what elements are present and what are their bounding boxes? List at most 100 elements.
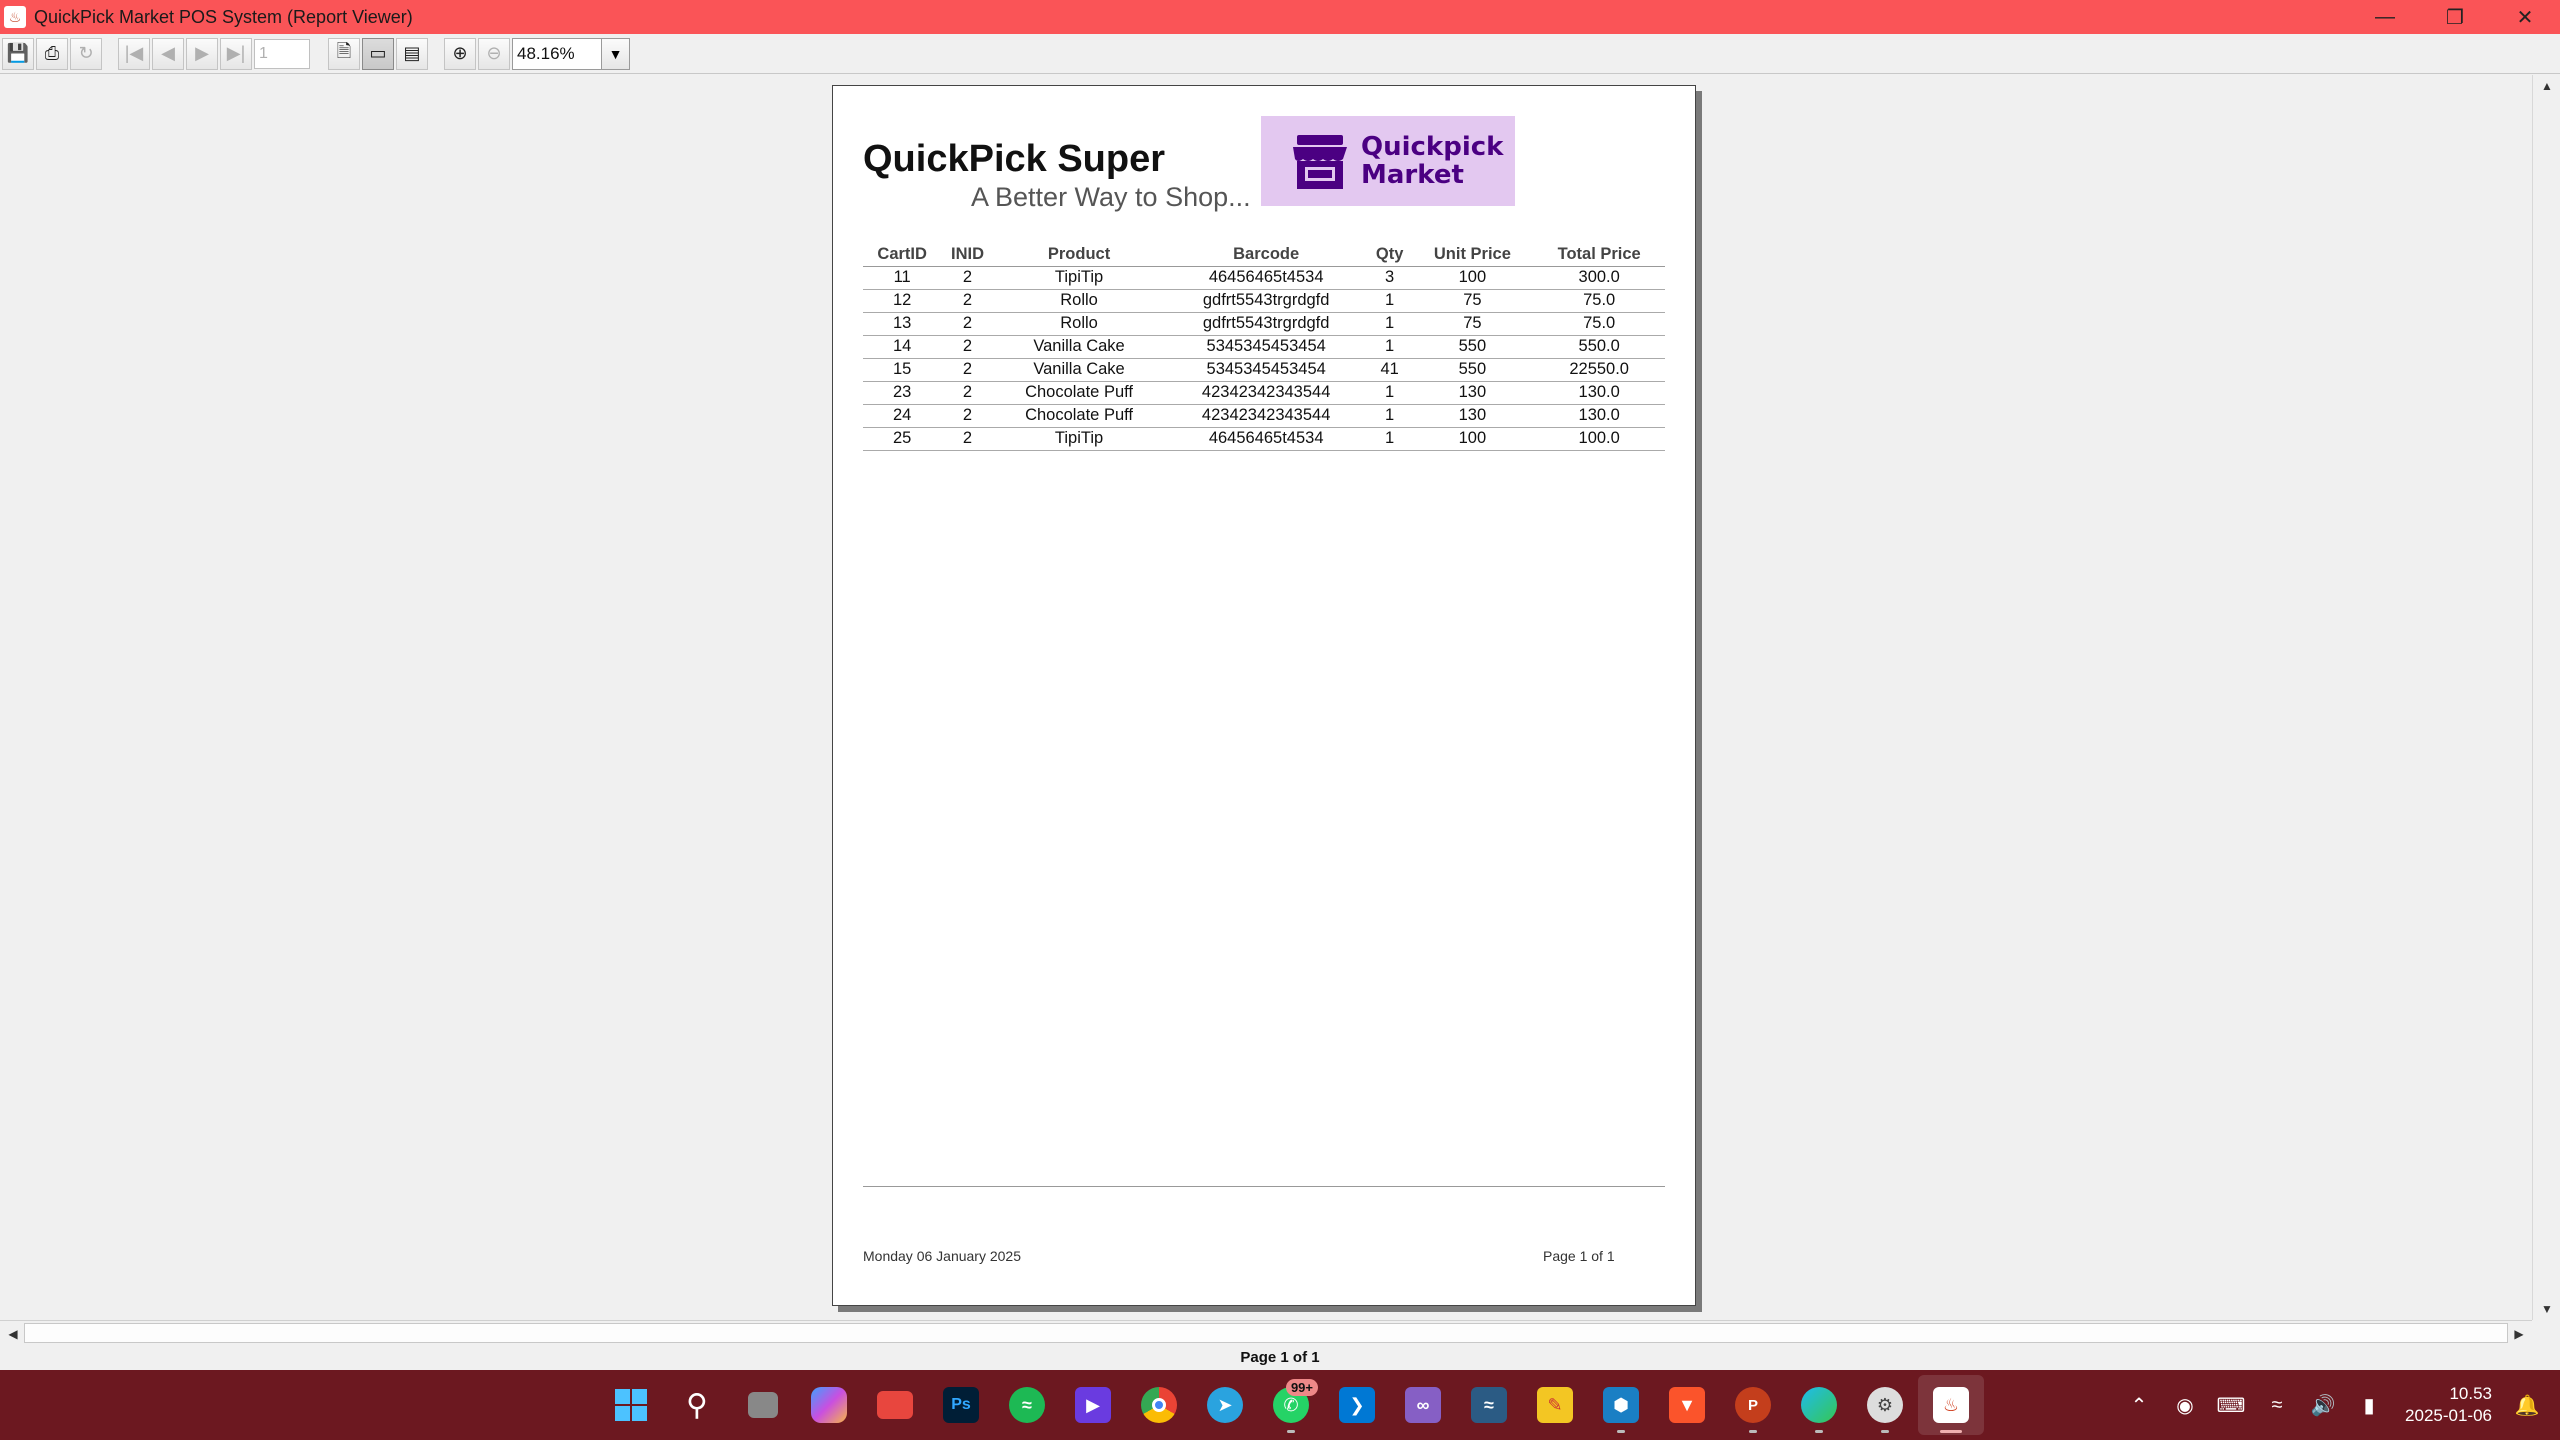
edge-button[interactable]: [1786, 1375, 1852, 1435]
table-cell: 130: [1411, 381, 1534, 405]
java-app-button[interactable]: ♨: [1918, 1375, 1984, 1435]
sticky-tool-button[interactable]: ✎: [1522, 1375, 1588, 1435]
battery-icon[interactable]: ▮: [2346, 1385, 2392, 1425]
table-cell: Chocolate Puff: [993, 404, 1165, 428]
keyboard-icon[interactable]: ⌨: [2208, 1385, 2254, 1425]
java-icon: ♨: [4, 6, 26, 28]
zoom-value[interactable]: 48.16%: [513, 39, 601, 69]
zoom-in-icon: ⊕: [452, 43, 468, 63]
zoom-select[interactable]: 48.16% ▼: [512, 37, 630, 70]
footer-date: Monday 06 January 2025: [863, 1248, 1021, 1264]
zoom-out-button[interactable]: ⊖: [478, 37, 510, 70]
minimize-button[interactable]: —: [2350, 0, 2420, 34]
brave-button[interactable]: ▼: [1654, 1375, 1720, 1435]
mysql-workbench-button[interactable]: ≈: [1456, 1375, 1522, 1435]
spotify-button[interactable]: ≈: [994, 1375, 1060, 1435]
photoshop-button[interactable]: Ps: [928, 1375, 994, 1435]
previous-page-icon: ◀: [161, 43, 175, 63]
table-cell: 42342342343544: [1164, 404, 1368, 428]
actual-size-button[interactable]: 🗎: [328, 37, 360, 70]
table-cell: 2: [941, 312, 994, 336]
reload-icon: ↻: [78, 43, 94, 63]
table-cell: gdfrt5543trgrdgfd: [1164, 289, 1368, 313]
table-cell: 2: [941, 381, 994, 405]
save-button[interactable]: 💾: [2, 37, 34, 70]
clipchamp-button[interactable]: ▶: [1060, 1375, 1126, 1435]
copilot-button[interactable]: [796, 1375, 862, 1435]
table-cell: 1: [1367, 289, 1412, 313]
whatsapp-button[interactable]: ✆ 99+: [1258, 1375, 1324, 1435]
search-icon: ⚲: [686, 1388, 708, 1422]
notification-bell-icon[interactable]: 🔔: [2504, 1385, 2550, 1425]
scroll-up-icon[interactable]: ▲: [2533, 75, 2560, 97]
fit-width-button[interactable]: ▤: [396, 37, 428, 70]
reload-button[interactable]: ↻: [70, 37, 102, 70]
table-body: 11 2 TipiTip 46456465t4534 3 100 300.0 12 2 Rollo…: [863, 266, 1665, 451]
tool-icon: ✎: [1537, 1387, 1573, 1423]
clock[interactable]: 10.53 2025-01-06: [2392, 1383, 2492, 1427]
table-cell: 130: [1411, 404, 1534, 428]
scroll-down-icon[interactable]: ▼: [2533, 1298, 2560, 1320]
print-button[interactable]: ⎙: [36, 37, 68, 70]
logo-line-1: Quickpick: [1361, 132, 1504, 162]
scroll-right-icon[interactable]: ▶: [2508, 1323, 2530, 1345]
chevron-up-icon[interactable]: ⌃: [2116, 1385, 2162, 1425]
zoom-in-button[interactable]: ⊕: [444, 37, 476, 70]
fit-page-button[interactable]: ▭: [362, 37, 394, 70]
chevron-down-icon[interactable]: ▼: [601, 38, 629, 69]
telegram-button[interactable]: ➤: [1192, 1375, 1258, 1435]
chrome-button[interactable]: [1126, 1375, 1192, 1435]
table-cell: 14: [863, 335, 942, 359]
virtualbox-button[interactable]: ⬢: [1588, 1375, 1654, 1435]
system-tray: ⌃ ◉ ⌨ ≈ 🔊 ▮ 10.53 2025-01-06 🔔: [2116, 1370, 2560, 1440]
table-cell: 2: [941, 289, 994, 313]
company-tagline: A Better Way to Shop...: [971, 182, 1251, 212]
print-icon: ⎙: [44, 43, 60, 63]
vscode-button[interactable]: ❯: [1324, 1375, 1390, 1435]
table-cell: Chocolate Puff: [993, 381, 1165, 405]
start-button[interactable]: [598, 1375, 664, 1435]
wifi-icon[interactable]: ≈: [2254, 1385, 2300, 1425]
fit-page-icon: ▭: [369, 43, 387, 63]
volume-icon[interactable]: 🔊: [2300, 1385, 2346, 1425]
table-cell: 3: [1367, 266, 1412, 290]
restore-button[interactable]: ❐: [2420, 0, 2490, 34]
page-number-input[interactable]: 1: [254, 38, 310, 69]
visual-studio-button[interactable]: ∞: [1390, 1375, 1456, 1435]
table-cell: 1: [1367, 381, 1412, 405]
table-cell: Rollo: [993, 312, 1165, 336]
logo-line-2: Market: [1361, 160, 1464, 190]
table-row: 24 2 Chocolate Puff 42342342343544 1 130 130.0: [863, 404, 1665, 428]
table-cell: 1: [1367, 335, 1412, 359]
search-button[interactable]: ⚲: [664, 1375, 730, 1435]
task-view-button[interactable]: [730, 1375, 796, 1435]
horizontal-scrollbar[interactable]: ◀ ▶: [0, 1320, 2532, 1346]
table-row: 14 2 Vanilla Cake 5345345453454 1 550 550.0: [863, 335, 1665, 359]
camera-icon[interactable]: ◉: [2162, 1385, 2208, 1425]
scroll-left-icon[interactable]: ◀: [2, 1323, 24, 1345]
close-button[interactable]: ✕: [2490, 0, 2560, 34]
window-controls: — ❐ ✕: [2350, 0, 2560, 34]
telegram-icon: ➤: [1207, 1387, 1243, 1423]
app-settings-button[interactable]: ⚙: [1852, 1375, 1918, 1435]
table-cell: Rollo: [993, 289, 1165, 313]
last-page-button[interactable]: ▶|: [220, 37, 252, 70]
logo-text: Quickpick Market: [1361, 133, 1503, 189]
table-cell: 130.0: [1533, 381, 1665, 405]
actual-size-icon: 🗎: [336, 40, 352, 61]
scrollbar-thumb[interactable]: [24, 1323, 2508, 1343]
file-explorer-button[interactable]: [862, 1375, 928, 1435]
column-header: Barcode: [1164, 244, 1368, 267]
visual-studio-icon: ∞: [1405, 1387, 1441, 1423]
windows-icon: [615, 1389, 647, 1421]
column-header: Unit Price: [1411, 244, 1534, 267]
table-cell: 300.0: [1533, 266, 1665, 290]
vertical-scrollbar[interactable]: ▲ ▼: [2532, 75, 2560, 1320]
edge-icon: [1801, 1387, 1837, 1423]
table-row: 11 2 TipiTip 46456465t4534 3 100 300.0: [863, 266, 1665, 290]
previous-page-button[interactable]: ◀: [152, 37, 184, 70]
first-page-button[interactable]: |◀: [118, 37, 150, 70]
chrome-icon: [1141, 1387, 1177, 1423]
powerpoint-button[interactable]: P: [1720, 1375, 1786, 1435]
next-page-button[interactable]: ▶: [186, 37, 218, 70]
